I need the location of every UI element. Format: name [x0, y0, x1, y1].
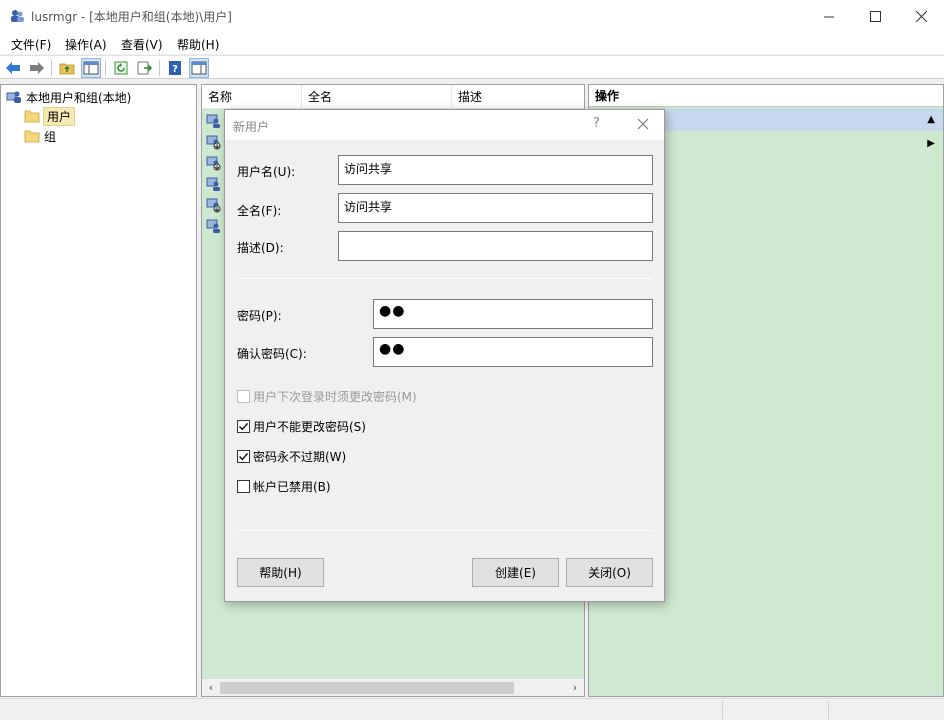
menu-bar: 文件(F) 操作(A) 查看(V) 帮助(H): [0, 32, 944, 54]
must-change-password-checkbox[interactable]: 用户下次登录时须更改密码(M): [237, 388, 417, 405]
menu-help[interactable]: 帮助(H): [177, 36, 219, 53]
help-button[interactable]: 帮助(H): [237, 558, 324, 587]
window-title: lusrmgr - [本地用户和组(本地)\用户]: [31, 10, 232, 24]
create-button[interactable]: 创建(E): [472, 558, 559, 587]
checkbox-box[interactable]: [237, 480, 250, 493]
dialog-titlebar: 新用户 ?: [225, 110, 664, 140]
checkmark-icon: [239, 452, 249, 461]
minimize-button[interactable]: [806, 0, 852, 32]
show-hide-action-pane-button[interactable]: [189, 58, 209, 78]
more-actions-arrow-icon[interactable]: ▶: [927, 138, 935, 149]
menu-file[interactable]: 文件(F): [11, 36, 51, 53]
toolbar-separator: [51, 60, 52, 76]
back-arrow-icon: [6, 62, 20, 74]
folder-icon: [24, 130, 40, 143]
status-separator: [722, 701, 723, 719]
user-icon[interactable]: [206, 218, 222, 234]
status-separator: [828, 701, 829, 719]
folder-up-icon: [59, 63, 75, 75]
up-folder-button[interactable]: [58, 59, 76, 77]
folder-icon: [24, 110, 40, 123]
console-tree: 本地用户和组(本地) 用户 组: [0, 84, 197, 697]
cannot-change-password-checkbox[interactable]: 用户不能更改密码(S): [237, 418, 366, 435]
username-input[interactable]: 访问共享: [338, 155, 653, 185]
checkbox-box[interactable]: [237, 420, 250, 433]
menu-action[interactable]: 操作(A): [65, 36, 107, 53]
fullname-label: 全名(F):: [237, 204, 282, 218]
close-window-button[interactable]: [898, 0, 944, 32]
back-button[interactable]: [4, 59, 22, 77]
description-input[interactable]: [338, 231, 653, 261]
dialog-divider: [237, 278, 652, 279]
refresh-button[interactable]: [112, 59, 130, 77]
user-disabled-icon[interactable]: [206, 134, 222, 150]
checkbox-label: 用户不能更改密码(S): [253, 420, 366, 434]
dialog-help-button[interactable]: ?: [593, 116, 600, 131]
checkbox-label: 用户下次登录时须更改密码(M): [253, 390, 417, 404]
tree-item-groups[interactable]: 组: [24, 127, 56, 145]
close-icon: [915, 10, 927, 22]
maximize-icon: [869, 10, 881, 22]
window-titlebar: lusrmgr - [本地用户和组(本地)\用户]: [0, 0, 944, 32]
checkbox-label: 帐户已禁用(B): [253, 480, 331, 494]
scroll-left-arrow-icon[interactable]: ‹: [203, 680, 219, 696]
checkbox-label: 密码永不过期(W): [253, 450, 347, 464]
forward-button[interactable]: [28, 59, 46, 77]
dialog-title: 新用户: [233, 120, 270, 134]
description-label: 描述(D):: [237, 241, 284, 255]
user-icon[interactable]: [206, 176, 222, 192]
fullname-input[interactable]: 访问共享: [338, 193, 653, 223]
new-user-dialog: 新用户 ? 用户名(U): 访问共享 全名(F): 访问共享 描述(D): 密码…: [224, 109, 665, 602]
refresh-icon: [114, 61, 128, 75]
action-pane-icon: [191, 61, 207, 75]
show-hide-tree-button[interactable]: [81, 58, 101, 78]
dialog-divider: [237, 530, 652, 531]
tree-item-label: 组: [44, 129, 57, 144]
users-computer-icon: [6, 91, 21, 103]
account-disabled-checkbox[interactable]: 帐户已禁用(B): [237, 478, 331, 495]
user-disabled-icon[interactable]: [206, 155, 222, 171]
maximize-button[interactable]: [852, 0, 898, 32]
scroll-right-arrow-icon[interactable]: ›: [567, 680, 583, 696]
status-bar: [0, 698, 944, 720]
username-label: 用户名(U):: [237, 165, 296, 179]
forward-arrow-icon: [30, 62, 44, 74]
toolbar-separator: [105, 60, 106, 76]
export-list-button[interactable]: [136, 59, 154, 77]
horizontal-scrollbar[interactable]: ‹ ›: [202, 678, 584, 696]
export-list-icon: [137, 61, 153, 75]
column-header-fullname[interactable]: 全名: [302, 85, 452, 109]
collapse-triangle-icon[interactable]: ▲: [927, 114, 935, 125]
toolbar: ?: [0, 55, 944, 79]
action-pane-title: 操作: [589, 85, 943, 107]
scrollbar-thumb[interactable]: [220, 682, 514, 694]
column-header-description[interactable]: 描述: [452, 85, 584, 109]
user-icon[interactable]: [206, 113, 222, 129]
console-tree-icon: [83, 61, 99, 75]
checkbox-box[interactable]: [237, 450, 250, 463]
user-disabled-icon[interactable]: [206, 197, 222, 213]
svg-text:?: ?: [172, 64, 178, 75]
help-book-icon: ?: [169, 61, 181, 75]
confirm-password-input[interactable]: ●●: [373, 337, 653, 367]
dialog-close-icon[interactable]: [635, 116, 651, 132]
toolbar-separator: [159, 60, 160, 76]
users-app-icon: [11, 10, 24, 22]
tree-item-label: 用户: [42, 106, 76, 126]
tree-root-label: 本地用户和组(本地): [26, 90, 132, 105]
confirm-password-label: 确认密码(C):: [237, 347, 307, 361]
password-input[interactable]: ●●: [373, 299, 653, 329]
checkbox-box[interactable]: [237, 390, 250, 403]
tree-root-local-users-groups[interactable]: 本地用户和组(本地): [6, 88, 131, 106]
password-label: 密码(P):: [237, 309, 282, 323]
minimize-icon: [823, 16, 834, 17]
checkmark-icon: [239, 422, 249, 431]
tree-item-users[interactable]: 用户: [24, 106, 76, 126]
column-header-name[interactable]: 名称: [202, 85, 302, 109]
list-header: 名称 全名 描述: [202, 85, 584, 109]
close-button[interactable]: 关闭(O): [566, 558, 653, 587]
password-never-expires-checkbox[interactable]: 密码永不过期(W): [237, 448, 346, 465]
help-toolbar-button[interactable]: ?: [166, 59, 184, 77]
menu-view[interactable]: 查看(V): [121, 36, 163, 53]
